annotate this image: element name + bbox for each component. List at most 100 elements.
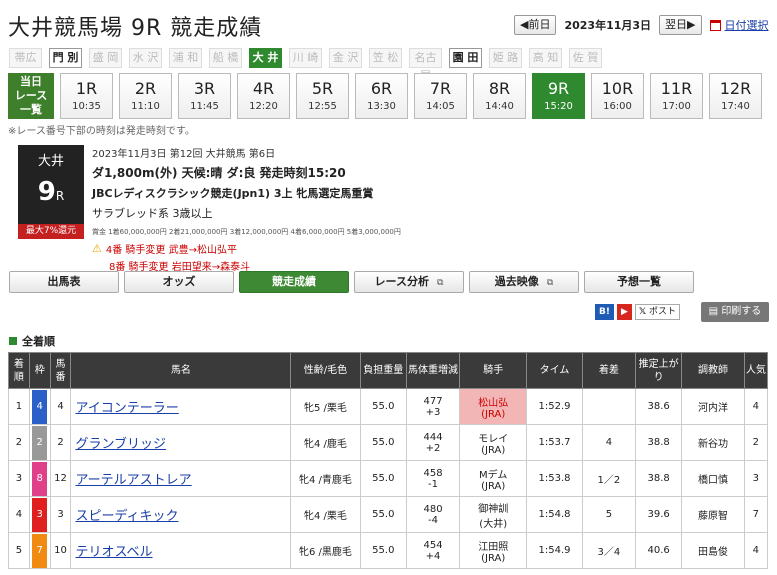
venue-11[interactable]: 園 田 bbox=[449, 48, 482, 68]
venue-6[interactable]: 大 井 bbox=[249, 48, 282, 68]
x-post-button[interactable]: 𝕏 ポスト bbox=[634, 304, 681, 320]
race-tab-time: 17:00 bbox=[662, 101, 691, 112]
trainer: 河内洋 bbox=[681, 388, 745, 425]
race-tab-time: 17:40 bbox=[721, 101, 750, 112]
tab-label: 過去映像 bbox=[494, 275, 539, 288]
tab-1[interactable]: オッズ bbox=[124, 271, 234, 293]
tab-3[interactable]: レース分析 ⧉ bbox=[354, 271, 464, 293]
weight-carried: 55.0 bbox=[359, 424, 407, 461]
race-tab-number: 4R bbox=[252, 79, 275, 98]
jockey-cell[interactable]: モレイ (JRA) bbox=[459, 424, 528, 461]
race-tab-8[interactable]: 8R 14:40 bbox=[473, 73, 526, 119]
race-tab-number: 5R bbox=[311, 79, 334, 98]
jockey-cell[interactable]: Mデム (JRA) bbox=[459, 460, 528, 497]
race-tab-time: 10:35 bbox=[72, 101, 101, 112]
jockey-change-1[interactable]: ⚠ 4番 騎手変更 武豊→松山弘平 bbox=[92, 241, 401, 256]
print-button[interactable]: ▤ 印刷する bbox=[701, 302, 769, 322]
race-course: ダ1,800m(外) 天候:晴 ダ:良 発走時刻15:20 bbox=[92, 166, 346, 180]
page: 大井競馬場 9R 競走成績 ◀前日 2023年11月3日 翌日▶ 日付選択 帯広… bbox=[0, 0, 777, 575]
race-tab-3[interactable]: 3R 11:45 bbox=[178, 73, 231, 119]
finish-time: 1:54.8 bbox=[526, 496, 583, 533]
horse-number: 4 bbox=[49, 388, 72, 425]
race-tab-10[interactable]: 10R 16:00 bbox=[591, 73, 644, 119]
today-race-list-line: 当日 bbox=[20, 75, 42, 88]
date-select-link[interactable]: 日付選択 bbox=[709, 17, 769, 33]
column-header-0: 着順 bbox=[8, 352, 30, 389]
venue-14: 佐 賀 bbox=[569, 48, 602, 68]
race-tab-number: 9R bbox=[547, 79, 570, 98]
margin bbox=[581, 388, 637, 425]
jockey-belong: (JRA) bbox=[481, 444, 506, 456]
share-icon[interactable]: ▶ bbox=[616, 304, 632, 320]
jockey-cell[interactable]: 江田照 (JRA) bbox=[459, 532, 528, 569]
today-race-list-line: 一覧 bbox=[20, 103, 42, 116]
tab-0[interactable]: 出馬表 bbox=[9, 271, 119, 293]
last-3f: 38.8 bbox=[634, 460, 683, 497]
column-header-11: 調教師 bbox=[681, 352, 745, 389]
race-tab-5[interactable]: 5R 12:55 bbox=[296, 73, 349, 119]
race-tab-9[interactable]: 9R 15:20 bbox=[532, 73, 585, 119]
horse-number: 3 bbox=[49, 496, 72, 533]
jockey-belong: (JRA) bbox=[481, 408, 506, 420]
trainer: 橋口慎 bbox=[681, 460, 745, 497]
race-tab-1[interactable]: 1R 10:35 bbox=[60, 73, 113, 119]
race-tab-11[interactable]: 11R 17:00 bbox=[650, 73, 703, 119]
horse-name-cell: スピーディキック bbox=[70, 496, 292, 533]
prev-day-button[interactable]: ◀前日 bbox=[514, 15, 557, 35]
race-tab-time: 14:40 bbox=[485, 101, 514, 112]
race-tab-time: 11:10 bbox=[131, 101, 160, 112]
weight-carried: 55.0 bbox=[359, 460, 407, 497]
margin: 1／2 bbox=[581, 460, 637, 497]
finish-position: 5 bbox=[8, 532, 30, 569]
race-tab-time: 16:00 bbox=[603, 101, 632, 112]
race-number-value: 9 bbox=[37, 177, 56, 207]
column-header-5: 負担重量 bbox=[359, 352, 407, 389]
race-tab-number: 3R bbox=[193, 79, 216, 98]
trainer: 田島俊 bbox=[681, 532, 745, 569]
jockey-cell[interactable]: 松山弘 (JRA) bbox=[459, 388, 528, 425]
column-header-7: 騎手 bbox=[459, 352, 528, 389]
race-tab-2[interactable]: 2R 11:10 bbox=[119, 73, 172, 119]
venue-9: 笠 松 bbox=[369, 48, 402, 68]
horse-name-cell: テリオスベル bbox=[70, 532, 292, 569]
column-header-9: 着差 bbox=[581, 352, 637, 389]
tab-5[interactable]: 予想一覧 bbox=[584, 271, 694, 293]
jockey-name: 江田照 bbox=[478, 541, 509, 553]
hatena-bookmark-button[interactable]: B! bbox=[595, 304, 614, 320]
race-tab-6[interactable]: 6R 13:30 bbox=[355, 73, 408, 119]
race-tab-number: 6R bbox=[370, 79, 393, 98]
section-title: 全着順 bbox=[22, 335, 55, 348]
body-weight-change: +3 bbox=[425, 406, 441, 418]
race-prize: 賞金 1着60,000,000円 2着21,000,000円 3着12,000,… bbox=[92, 228, 401, 236]
tab-label: レース分析 bbox=[374, 275, 429, 288]
jockey-cell[interactable]: 御神訓 (大井) bbox=[459, 496, 528, 533]
venue-8: 金 沢 bbox=[329, 48, 362, 68]
last-3f: 38.6 bbox=[634, 388, 683, 425]
horse-name-link[interactable]: テリオスベル bbox=[75, 545, 152, 560]
today-race-list-button[interactable]: 当日 レース 一覧 bbox=[8, 73, 54, 119]
horse-name-link[interactable]: スピーディキック bbox=[75, 509, 178, 524]
horse-name-cell: グランブリッジ bbox=[70, 424, 292, 461]
results-header-row: 着順枠馬番 馬名 性齢/毛色 負担重量 馬体重増減 騎手 タイム 着差 推定上がり 調教師 人気 bbox=[8, 352, 769, 389]
venue-1[interactable]: 門 別 bbox=[49, 48, 82, 68]
jockey-belong: (JRA) bbox=[481, 480, 506, 492]
race-meta: 2023年11月3日 第12回 大井競馬 第6日 bbox=[92, 149, 276, 160]
race-tab-4[interactable]: 4R 12:20 bbox=[237, 73, 290, 119]
tab-4[interactable]: 過去映像 ⧉ bbox=[469, 271, 579, 293]
sex-age-color: 牝4 /鹿毛 bbox=[290, 424, 361, 461]
body-weight-value: 458 bbox=[423, 467, 443, 479]
race-tab-7[interactable]: 7R 14:05 bbox=[414, 73, 467, 119]
weight-carried: 55.0 bbox=[359, 532, 407, 569]
body-weight: 454 +4 bbox=[405, 532, 461, 569]
jockey-name: モレイ bbox=[478, 433, 509, 445]
venue-7: 川 崎 bbox=[289, 48, 322, 68]
horse-name-link[interactable]: アイコンテーラー bbox=[75, 401, 178, 416]
next-day-button[interactable]: 翌日▶ bbox=[659, 15, 702, 35]
horse-name-link[interactable]: グランブリッジ bbox=[75, 437, 166, 452]
waku-cell: 4 bbox=[28, 388, 51, 425]
waku-cell: 8 bbox=[28, 460, 51, 497]
tab-2[interactable]: 競走成績 bbox=[239, 271, 349, 293]
race-tab-12[interactable]: 12R 17:40 bbox=[709, 73, 762, 119]
horse-name-link[interactable]: アーテルアストレア bbox=[75, 473, 191, 488]
waku-badge: 7 bbox=[32, 533, 48, 568]
